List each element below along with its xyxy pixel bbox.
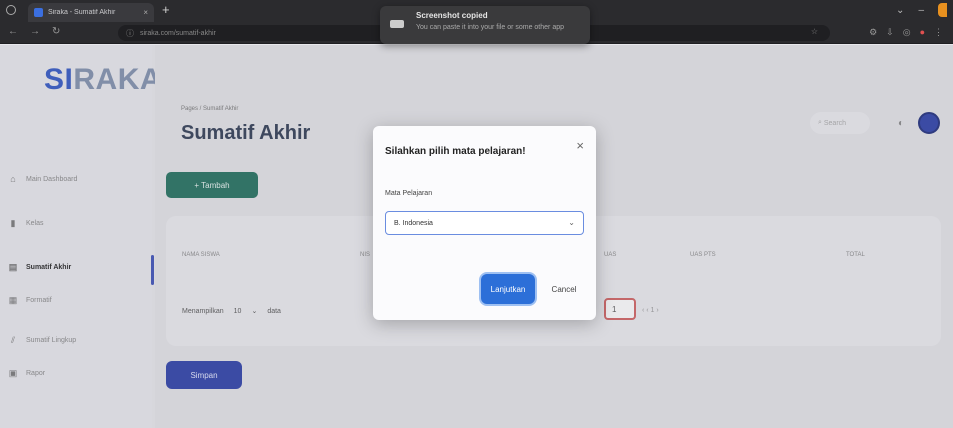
extension-icon[interactable]: ⚙ (869, 27, 877, 38)
nav-buttons: ← → ↻ (8, 26, 60, 37)
favicon-icon (34, 8, 43, 17)
screenshot-icon (390, 20, 404, 28)
modal-title: Silahkan pilih mata pelajaran! (385, 146, 526, 157)
subject-select[interactable]: B. Indonesia ⌄ (385, 211, 584, 235)
tab-close-icon[interactable]: × (143, 8, 148, 17)
back-icon[interactable]: ← (8, 26, 18, 37)
notification-icon[interactable]: ● (920, 27, 925, 38)
subject-select-modal: Silahkan pilih mata pelajaran! × Mata Pe… (373, 126, 596, 320)
continue-button[interactable]: Lanjutkan (481, 274, 535, 304)
new-tab-button[interactable]: + (162, 2, 170, 18)
minimize-icon[interactable]: – (918, 5, 924, 16)
download-icon[interactable]: ⇩ (886, 27, 894, 38)
menu-icon[interactable]: ⋮ (934, 27, 943, 38)
dropdown-icon[interactable]: ⌄ (896, 5, 904, 16)
extension-icons: ⚙ ⇩ ◎ ● ⋮ (869, 27, 943, 38)
screenshot-toast[interactable]: Screenshot copied You can paste it into … (380, 6, 590, 44)
browser-tab[interactable]: Siraka - Sumatif Akhir × (28, 3, 154, 22)
field-label: Mata Pelajaran (385, 190, 433, 197)
cancel-button[interactable]: Cancel (543, 274, 585, 304)
url-text: siraka.com/sumatif-akhir (140, 29, 216, 37)
toast-title: Screenshot copied (416, 11, 488, 20)
profile-icon[interactable]: ◎ (903, 27, 911, 38)
window-controls: ⌄ – (896, 3, 947, 17)
close-icon[interactable]: × (576, 138, 584, 153)
site-info-icon[interactable]: ⓘ (126, 28, 134, 39)
bookmark-icon[interactable]: ☆ (811, 27, 818, 36)
window-accent (938, 3, 947, 17)
chevron-down-icon: ⌄ (568, 218, 575, 227)
tab-title: Siraka - Sumatif Akhir (48, 9, 116, 16)
toast-message: You can paste it into your file or some … (416, 24, 564, 31)
system-menu-icon[interactable] (6, 5, 16, 15)
forward-icon[interactable]: → (30, 26, 40, 37)
reload-icon[interactable]: ↻ (52, 26, 60, 37)
